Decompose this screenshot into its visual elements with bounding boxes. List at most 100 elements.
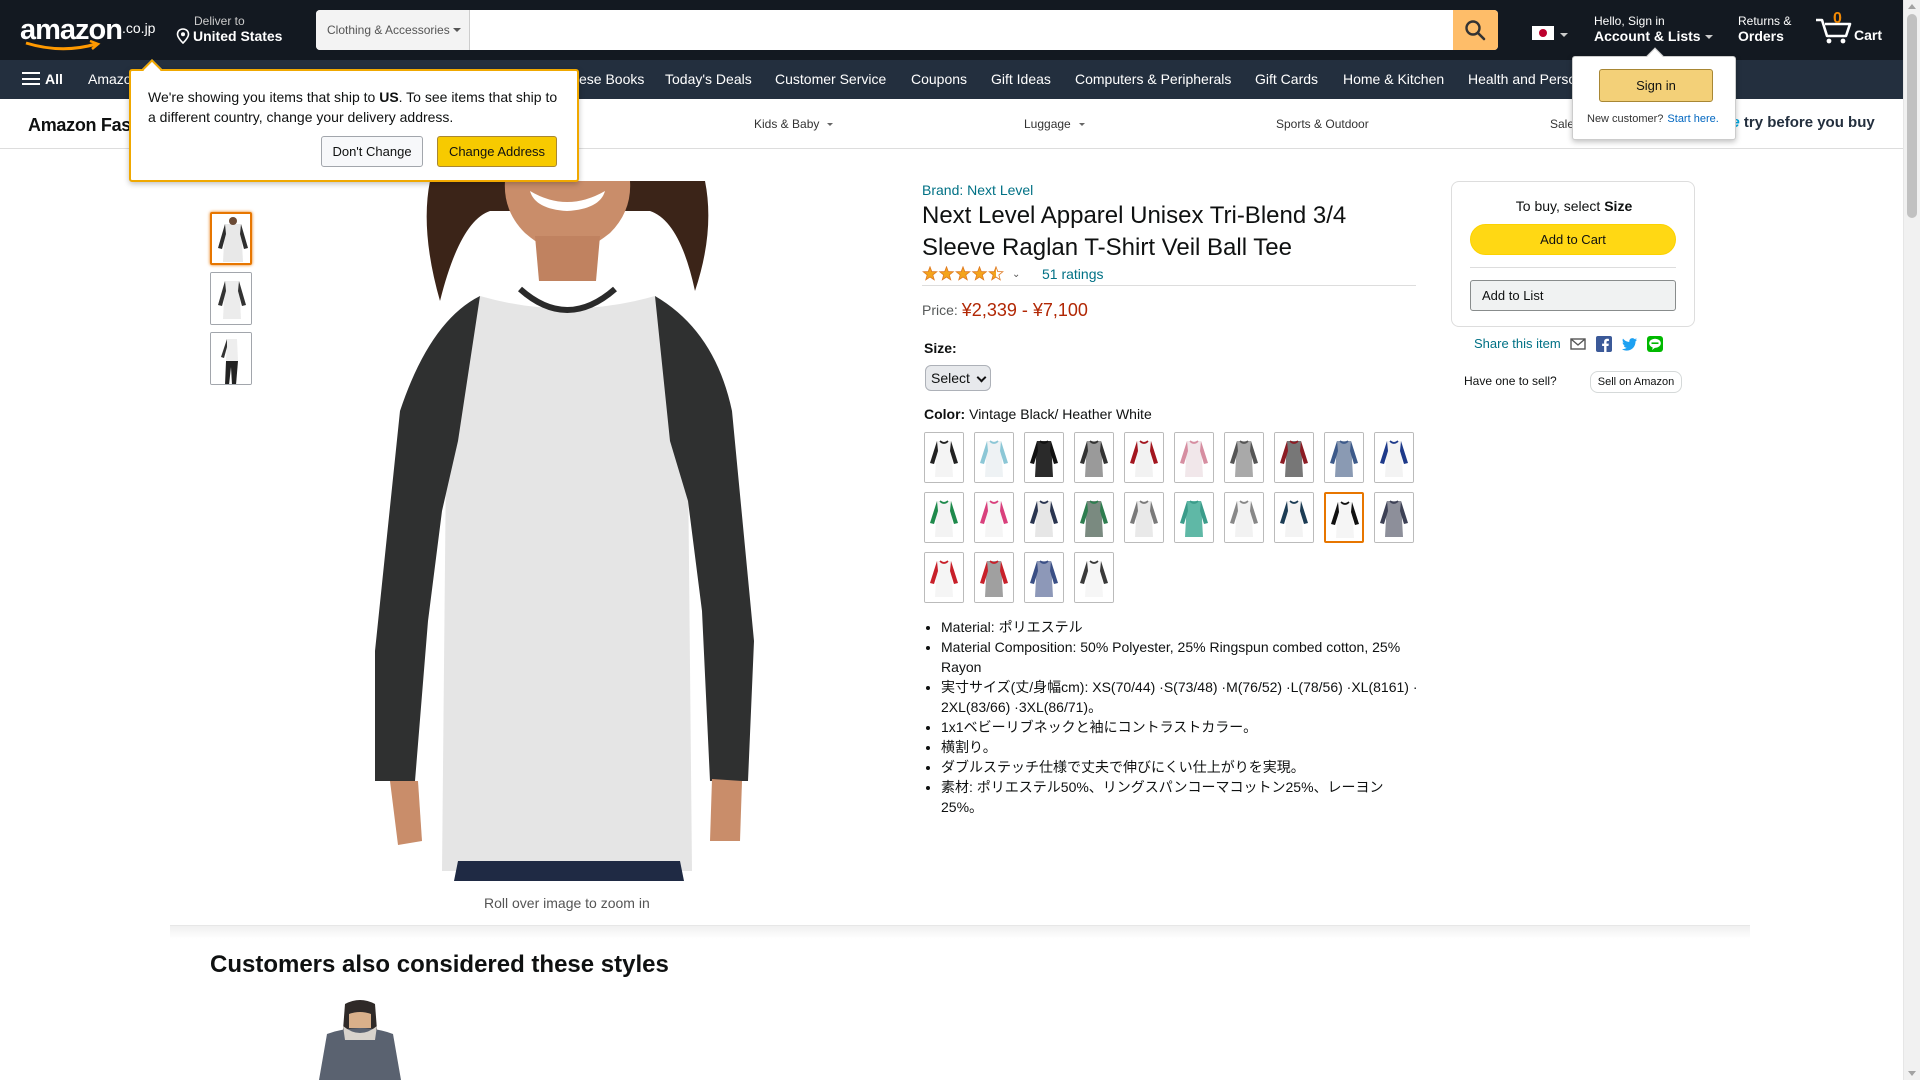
color-swatch[interactable]	[1374, 492, 1414, 543]
shirt-thumbnail-image	[212, 214, 250, 263]
ratings-count-link[interactable]: 51 ratings	[1042, 266, 1103, 282]
start-here-link[interactable]: Start here.	[1667, 113, 1718, 125]
signin-popover: Sign in New customer? Start here.	[1572, 47, 1736, 140]
account-lists[interactable]: Hello, Sign in Account & Lists	[1594, 14, 1713, 44]
fashion-item-luggage[interactable]: Luggage	[1024, 117, 1085, 131]
nav-item-home-kitchen[interactable]: Home & Kitchen	[1343, 60, 1444, 99]
sign-in-button[interactable]: Sign in	[1599, 69, 1713, 102]
color-swatch[interactable]	[1124, 432, 1164, 483]
shirt-swatch-image	[1075, 493, 1113, 542]
color-swatch[interactable]	[1024, 552, 1064, 603]
scrollbar-thumb[interactable]	[1907, 14, 1917, 218]
add-to-cart-button[interactable]: Add to Cart	[1470, 224, 1676, 255]
shirt-swatch-image	[1075, 433, 1113, 482]
shirt-swatch-image	[1175, 433, 1213, 482]
line-icon[interactable]	[1647, 336, 1664, 352]
change-address-button[interactable]: Change Address	[437, 136, 557, 167]
scroll-up-arrow-icon[interactable]	[1908, 4, 1916, 9]
nav-item-gift-cards[interactable]: Gift Cards	[1255, 60, 1318, 99]
try-before-you-buy-banner[interactable]: me try before you buy	[1718, 114, 1875, 131]
bullet-item: 1x1ベビーリブネックと袖にコントラストカラー。	[941, 717, 1424, 737]
fashion-item-label: Sports & Outdoor	[1276, 117, 1369, 131]
main-product-image[interactable]	[370, 181, 764, 881]
thumbnail-2[interactable]	[210, 272, 252, 325]
nav-item-gift-ideas[interactable]: Gift Ideas	[991, 60, 1051, 99]
search-category-dropdown[interactable]: Clothing & Accessories	[316, 10, 470, 50]
nav-item-customer-service[interactable]: Customer Service	[775, 60, 886, 99]
fashion-item-kids-baby[interactable]: Kids & Baby	[754, 117, 834, 131]
page-scrollbar[interactable]	[1903, 0, 1920, 1080]
color-swatch[interactable]	[1324, 492, 1364, 543]
nav-item-amazon[interactable]: Amazo	[88, 60, 132, 99]
color-swatch[interactable]	[1174, 492, 1214, 543]
color-swatch[interactable]	[1224, 492, 1264, 543]
cart-label: Cart	[1854, 27, 1883, 43]
add-to-list-button[interactable]: Add to List	[1470, 280, 1676, 311]
search-button[interactable]	[1453, 10, 1498, 50]
color-swatch[interactable]	[974, 432, 1014, 483]
amazon-fashion-title[interactable]: Amazon Fas	[28, 115, 131, 136]
brand-link[interactable]: Brand: Next Level	[922, 182, 1033, 198]
size-dropdown[interactable]: Select	[925, 365, 991, 391]
fashion-item-sports[interactable]: Sports & Outdoor	[1276, 117, 1369, 131]
divider	[1470, 267, 1676, 268]
email-icon[interactable]	[1570, 336, 1587, 352]
price-label: Price:	[922, 302, 958, 318]
star-icon	[922, 266, 938, 281]
shirt-swatch-image	[1125, 493, 1163, 542]
to-buy-hint: To buy, select Size	[1452, 198, 1696, 214]
color-swatch[interactable]	[924, 552, 964, 603]
shirt-swatch-image	[1025, 433, 1063, 482]
color-swatch[interactable]	[1074, 552, 1114, 603]
dont-change-button[interactable]: Don't Change	[321, 136, 423, 167]
chevron-down-icon: ⌄	[1012, 269, 1021, 280]
cart-button[interactable]: 0 Cart	[1814, 10, 1904, 50]
recommended-product-image[interactable]	[305, 1000, 415, 1080]
to-buy-pre: To buy, select	[1515, 198, 1605, 214]
account-label: Account & Lists	[1594, 28, 1701, 44]
color-swatch[interactable]	[1024, 492, 1064, 543]
hoodie-image	[305, 1000, 415, 1080]
nav-item-japanese-books[interactable]: ese Books	[579, 60, 644, 99]
fashion-item-sale[interactable]: Sale	[1550, 117, 1574, 131]
deliver-to[interactable]: Deliver to United States	[176, 14, 282, 44]
bullet-item: 実寸サイズ(丈/身幅cm): XS(70/44) ·S(73/48) ·M(76…	[941, 677, 1424, 717]
sell-on-amazon-button[interactable]: Sell on Amazon	[1590, 371, 1682, 393]
color-swatch[interactable]	[1274, 492, 1314, 543]
share-link[interactable]: Share this item	[1474, 336, 1561, 351]
color-swatch[interactable]	[1324, 432, 1364, 483]
color-swatch[interactable]	[1074, 432, 1114, 483]
thumbnail-3[interactable]	[210, 332, 252, 385]
color-swatch[interactable]	[924, 432, 964, 483]
color-swatch[interactable]	[1374, 432, 1414, 483]
have-one-to-sell: Have one to sell?	[1464, 374, 1557, 388]
color-swatch[interactable]	[974, 552, 1014, 603]
deliver-country: United States	[193, 28, 283, 44]
nav-item-computers[interactable]: Computers & Peripherals	[1075, 60, 1231, 99]
color-swatch[interactable]	[1274, 432, 1314, 483]
color-swatch[interactable]	[1074, 492, 1114, 543]
language-selector[interactable]	[1532, 24, 1570, 42]
price-value: ¥2,339 - ¥7,100	[961, 300, 1088, 320]
nav-item-health[interactable]: Health and Perso	[1468, 60, 1576, 99]
nav-item-coupons[interactable]: Coupons	[911, 60, 967, 99]
search-input[interactable]	[470, 10, 1455, 50]
all-menu-button[interactable]: All	[22, 60, 63, 99]
color-swatch[interactable]	[1124, 492, 1164, 543]
color-swatch[interactable]	[1024, 432, 1064, 483]
scroll-down-arrow-icon[interactable]	[1908, 1071, 1916, 1076]
color-swatch[interactable]	[1174, 432, 1214, 483]
color-swatch[interactable]	[1224, 432, 1264, 483]
facebook-icon[interactable]	[1595, 336, 1612, 352]
nav-item-todays-deals[interactable]: Today's Deals	[665, 60, 752, 99]
twitter-icon[interactable]	[1621, 336, 1638, 352]
shirt-swatch-image	[1275, 493, 1313, 542]
amazon-logo[interactable]: amazon .co.jp	[20, 14, 156, 51]
thumbnail-1[interactable]	[210, 212, 252, 265]
search-icon	[1465, 20, 1486, 41]
returns-orders[interactable]: Returns & Orders	[1738, 14, 1791, 44]
zoom-hint: Roll over image to zoom in	[484, 895, 650, 911]
star-icon	[971, 266, 988, 281]
color-swatch[interactable]	[924, 492, 964, 543]
color-swatch[interactable]	[974, 492, 1014, 543]
